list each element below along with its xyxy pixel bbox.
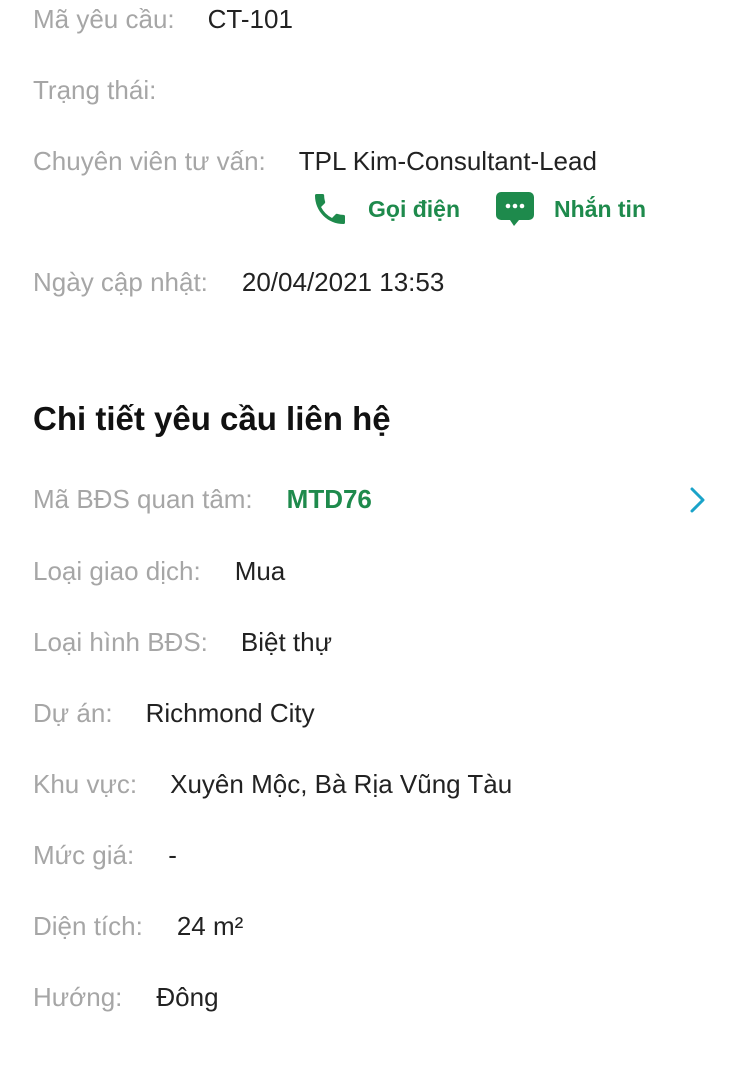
message-label: Nhắn tin xyxy=(554,195,646,222)
property-code-link[interactable]: MTD76 xyxy=(287,484,372,515)
call-label: Gọi điện xyxy=(368,195,460,222)
property-code-row[interactable]: Mã BĐS quan tâm: MTD76 xyxy=(33,484,372,515)
section-title: Chi tiết yêu cầu liên hệ xyxy=(33,400,391,437)
message-button[interactable]: Nhắn tin xyxy=(494,188,646,230)
consultant-row: Chuyên viên tư vấn: TPL Kim-Consultant-L… xyxy=(33,146,597,177)
property-code-label: Mã BĐS quan tâm: xyxy=(33,484,253,514)
request-code-value: CT-101 xyxy=(207,4,293,34)
price-row: Mức giá: - xyxy=(33,840,177,871)
region-label: Khu vực: xyxy=(33,769,138,799)
direction-label: Hướng: xyxy=(33,982,123,1012)
updated-date-row: Ngày cập nhật: 20/04/2021 13:53 xyxy=(33,267,444,298)
price-label: Mức giá: xyxy=(33,840,135,870)
updated-date-value: 20/04/2021 13:53 xyxy=(241,267,445,297)
consultant-label: Chuyên viên tư vấn: xyxy=(33,146,266,176)
region-row: Khu vực: Xuyên Mộc, Bà Rịa Vũng Tàu xyxy=(33,769,512,800)
transaction-type-row: Loại giao dịch: Mua xyxy=(33,556,285,587)
status-row: Trạng thái: xyxy=(33,75,180,106)
direction-value: Đông xyxy=(156,982,219,1012)
project-row: Dự án: Richmond City xyxy=(33,698,315,729)
property-type-value: Biệt thự xyxy=(240,627,333,657)
request-detail-screen: Mã yêu cầu: CT-101 Trạng thái: Chuyên vi… xyxy=(0,0,750,1065)
property-type-row: Loại hình BĐS: Biệt thự xyxy=(33,627,332,658)
acreage-label: Diện tích: xyxy=(33,911,143,941)
status-label: Trạng thái: xyxy=(33,75,157,105)
consultant-actions: Gọi điện Nhắn tin xyxy=(310,188,646,230)
phone-icon xyxy=(310,189,350,229)
updated-date-label: Ngày cập nhật: xyxy=(33,267,208,297)
project-value: Richmond City xyxy=(145,698,315,728)
chat-bubble-icon xyxy=(494,188,536,230)
chevron-right-icon[interactable] xyxy=(686,486,708,519)
region-value: Xuyên Mộc, Bà Rịa Vũng Tàu xyxy=(170,769,513,799)
direction-row: Hướng: Đông xyxy=(33,982,219,1013)
acreage-row: Diện tích: 24 m² xyxy=(33,911,243,942)
request-code-row: Mã yêu cầu: CT-101 xyxy=(33,4,293,35)
request-code-label: Mã yêu cầu: xyxy=(33,4,175,34)
project-label: Dự án: xyxy=(33,698,113,728)
consultant-name: TPL Kim-Consultant-Lead xyxy=(298,146,597,176)
price-value: - xyxy=(168,840,177,870)
transaction-type-value: Mua xyxy=(234,556,286,586)
transaction-type-label: Loại giao dịch: xyxy=(33,556,201,586)
property-type-label: Loại hình BĐS: xyxy=(33,627,208,657)
call-button[interactable]: Gọi điện xyxy=(310,189,460,229)
acreage-value: 24 m² xyxy=(176,911,244,941)
